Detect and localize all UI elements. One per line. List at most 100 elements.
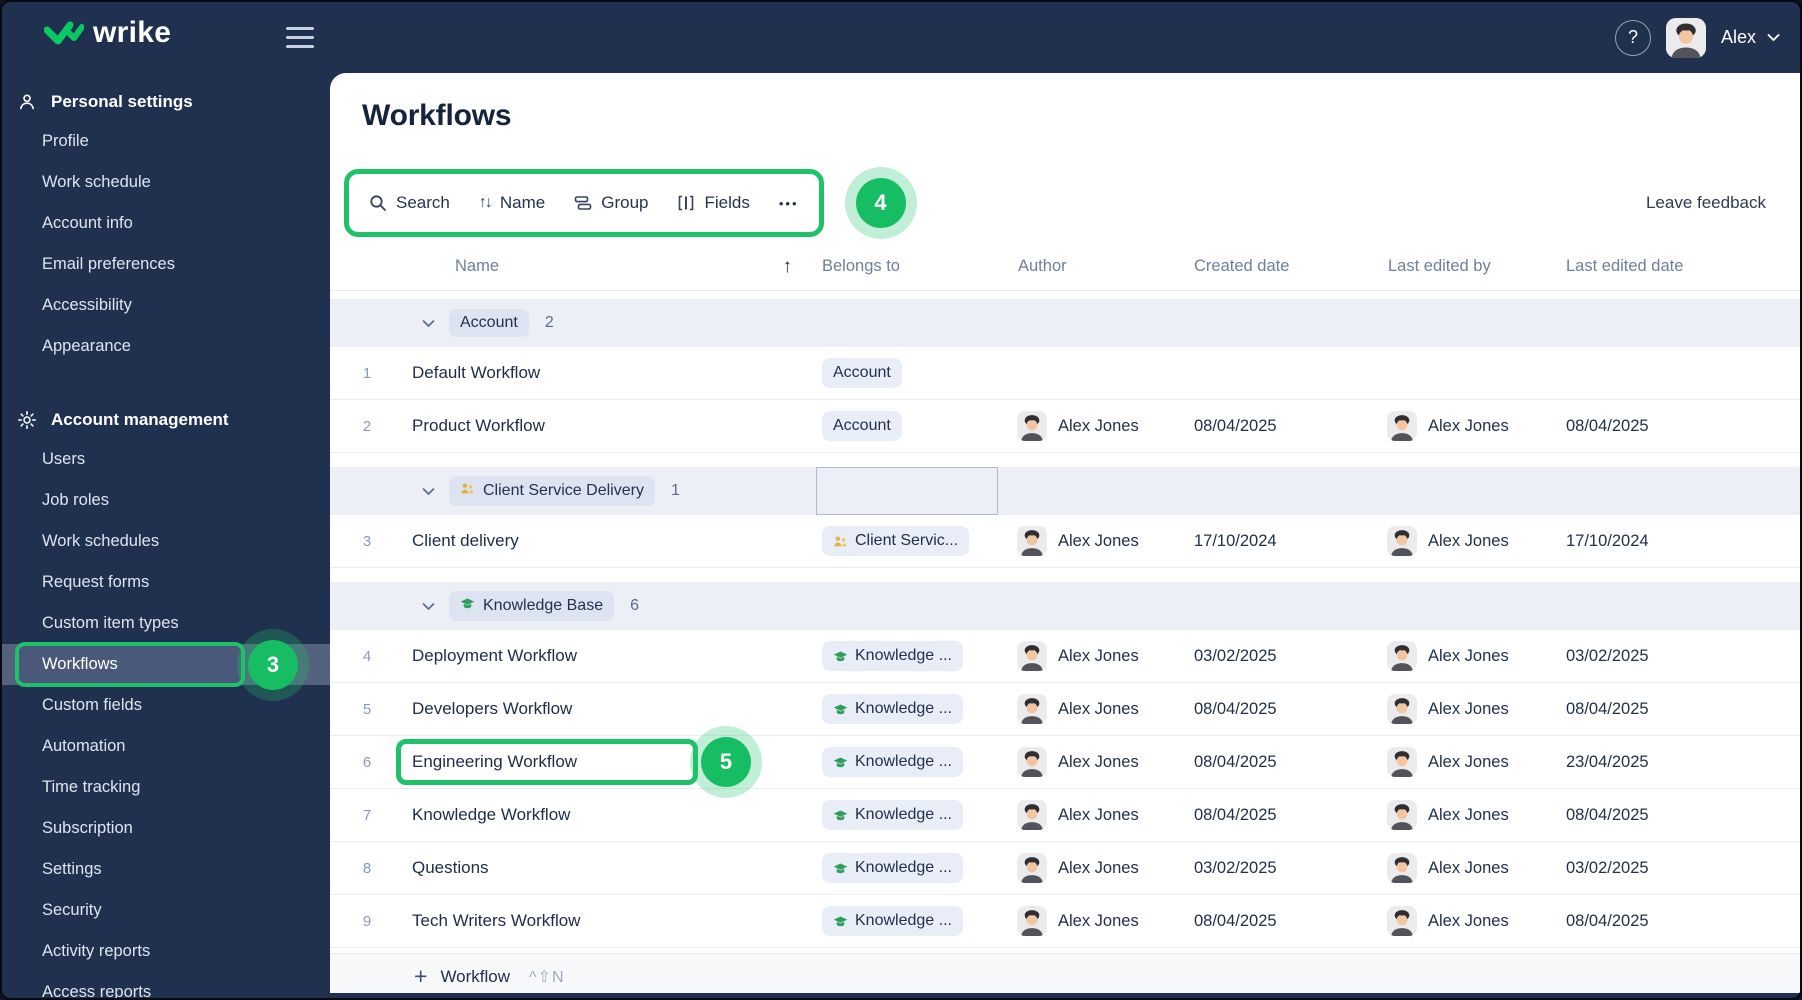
belongs-to-badge[interactable]: Knowledge ... — [822, 800, 963, 830]
sidebar-item-work-schedule[interactable]: Work schedule — [2, 162, 330, 203]
sidebar-item-activity-reports[interactable]: Activity reports — [2, 931, 330, 972]
sidebar-item-subscription[interactable]: Subscription — [2, 808, 330, 849]
last-edited-by-cell: Alex Jones — [1382, 853, 1560, 883]
person-name: Alex Jones — [1058, 911, 1139, 930]
sidebar-item-job-roles[interactable]: Job roles — [2, 480, 330, 521]
table-row[interactable]: 1 Default Workflow Account — [330, 347, 1800, 400]
group-badge[interactable]: Account — [449, 309, 529, 337]
wrike-logo-icon — [44, 21, 84, 45]
avatar — [1387, 694, 1417, 724]
table-group-row[interactable]: Account 2 — [330, 299, 1800, 347]
table-row[interactable]: 8 Questions Knowledge ... Alex Jones 03/… — [330, 842, 1800, 895]
sort-ascending-icon[interactable]: ↑ — [783, 256, 793, 278]
sidebar-item-work-schedules[interactable]: Work schedules — [2, 521, 330, 562]
search-button[interactable]: Search — [369, 193, 450, 213]
team-icon — [460, 481, 475, 501]
sidebar-item-automation[interactable]: Automation — [2, 726, 330, 767]
user-name[interactable]: Alex — [1721, 27, 1756, 48]
row-number: 9 — [362, 912, 372, 930]
avatar — [1017, 853, 1047, 883]
sidebar-item-settings[interactable]: Settings — [2, 849, 330, 890]
table-group-row[interactable]: Knowledge Base 6 — [330, 582, 1800, 630]
table-row[interactable]: 4 Deployment Workflow Knowledge ... Alex… — [330, 630, 1800, 683]
chevron-down-icon[interactable] — [422, 319, 435, 328]
sidebar-item-users[interactable]: Users — [2, 439, 330, 480]
group-badge[interactable]: Knowledge Base — [449, 591, 615, 621]
workflow-name-cell[interactable]: Deployment Workflow — [404, 630, 816, 682]
author-cell: Alex Jones — [1012, 747, 1188, 777]
table-group-row[interactable]: Client Service Delivery 1 — [330, 467, 1800, 515]
fields-button[interactable]: Fields — [677, 193, 750, 213]
sidebar-item-access-reports[interactable]: Access reports — [2, 972, 330, 998]
workflow-name-cell[interactable]: Product Workflow — [404, 400, 816, 452]
belongs-to-badge[interactable]: Knowledge ... — [822, 694, 963, 724]
workflow-name-cell[interactable]: Developers Workflow — [404, 683, 816, 735]
table-row[interactable]: 6 Engineering Workflow 5 Knowledge ... Al… — [330, 736, 1800, 789]
more-options-icon[interactable]: ••• — [779, 196, 799, 211]
sort-button[interactable]: ↑↓ Name — [479, 193, 545, 213]
sidebar-item-time-tracking[interactable]: Time tracking — [2, 767, 330, 808]
table-row[interactable]: 7 Knowledge Workflow Knowledge ... Alex … — [330, 789, 1800, 842]
person-name: Alex Jones — [1058, 646, 1139, 665]
person-name: Alex Jones — [1428, 911, 1509, 930]
workflow-name-cell[interactable]: Engineering Workflow 5 — [396, 736, 816, 788]
add-workflow-bar[interactable]: + Workflow ^⇧N — [330, 953, 1800, 993]
sidebar-item-custom-fields[interactable]: Custom fields — [2, 685, 330, 726]
avatar — [1387, 747, 1417, 777]
sidebar-item-profile[interactable]: Profile — [2, 121, 330, 162]
belongs-to-badge[interactable]: Client Servic... — [822, 526, 970, 556]
created-date: 08/04/2025 — [1194, 416, 1277, 435]
sidebar-item-security[interactable]: Security — [2, 890, 330, 931]
group-badge[interactable]: Client Service Delivery — [449, 476, 655, 506]
help-icon[interactable]: ? — [1614, 19, 1651, 56]
belongs-to-badge[interactable]: Knowledge ... — [822, 853, 963, 883]
belongs-to-badge[interactable]: Knowledge ... — [822, 641, 963, 671]
sidebar-item-appearance[interactable]: Appearance — [2, 326, 330, 367]
workflow-name-cell[interactable]: Tech Writers Workflow — [404, 895, 816, 947]
belongs-to-badge[interactable]: Knowledge ... — [822, 747, 963, 777]
avatar — [1387, 526, 1417, 556]
column-header-created-date[interactable]: Created date — [1188, 257, 1382, 276]
workflow-name-cell[interactable]: Client delivery — [404, 515, 816, 567]
workflow-name-cell[interactable]: Questions — [404, 842, 816, 894]
avatar — [1017, 747, 1047, 777]
table-row[interactable]: 3 Client delivery Client Servic... Alex … — [330, 515, 1800, 568]
leave-feedback-link[interactable]: Leave feedback — [1646, 193, 1766, 213]
sidebar-item-accessibility[interactable]: Accessibility — [2, 285, 330, 326]
created-date: 08/04/2025 — [1194, 752, 1277, 771]
table-row[interactable]: 2 Product Workflow Account Alex Jones 08… — [330, 400, 1800, 453]
avatar — [1387, 853, 1417, 883]
sidebar-item-email-preferences[interactable]: Email preferences — [2, 244, 330, 285]
user-avatar[interactable] — [1665, 17, 1706, 58]
chevron-down-icon[interactable] — [422, 602, 435, 611]
sidebar-item-workflows[interactable]: Workflows 3 — [15, 639, 298, 690]
belongs-to-badge[interactable]: Account — [822, 358, 902, 388]
last-edited-date: 08/04/2025 — [1566, 805, 1649, 824]
last-edited-by-cell: Alex Jones — [1382, 641, 1560, 671]
table-row[interactable]: 9 Tech Writers Workflow Knowledge ... Al… — [330, 895, 1800, 948]
sidebar-item-custom-item-types[interactable]: Custom item types — [2, 603, 330, 644]
group-button[interactable]: Group — [574, 193, 648, 213]
column-header-author[interactable]: Author — [1012, 257, 1188, 276]
graduation-cap-icon — [833, 808, 848, 823]
column-header-last-edited-date[interactable]: Last edited date — [1560, 257, 1800, 276]
column-header-name[interactable]: Name ↑ — [404, 243, 816, 290]
workflow-name-cell[interactable]: Default Workflow — [404, 347, 816, 399]
person-name: Alex Jones — [1058, 752, 1139, 771]
chevron-down-icon[interactable] — [422, 487, 435, 496]
column-header-belongs-to[interactable]: Belongs to — [816, 257, 1012, 276]
author-cell: Alex Jones — [1012, 526, 1188, 556]
belongs-to-badge[interactable]: Account — [822, 411, 902, 441]
table-row[interactable]: 5 Developers Workflow Knowledge ... Alex… — [330, 683, 1800, 736]
app-window: wrike ? Alex Personal settings Profile Wo… — [0, 0, 1802, 1000]
wrike-logo[interactable]: wrike — [44, 18, 171, 50]
sidebar-item-request-forms[interactable]: Request forms — [2, 562, 330, 603]
person-name: Alex Jones — [1058, 858, 1139, 877]
column-header-last-edited-by[interactable]: Last edited by — [1382, 257, 1560, 276]
belongs-to-badge[interactable]: Knowledge ... — [822, 906, 963, 936]
workflow-name-cell[interactable]: Knowledge Workflow — [404, 789, 816, 841]
graduation-cap-icon — [833, 914, 848, 929]
hamburger-menu-icon[interactable] — [286, 27, 314, 48]
sidebar-item-account-info[interactable]: Account info — [2, 203, 330, 244]
chevron-down-icon[interactable] — [1767, 33, 1780, 42]
